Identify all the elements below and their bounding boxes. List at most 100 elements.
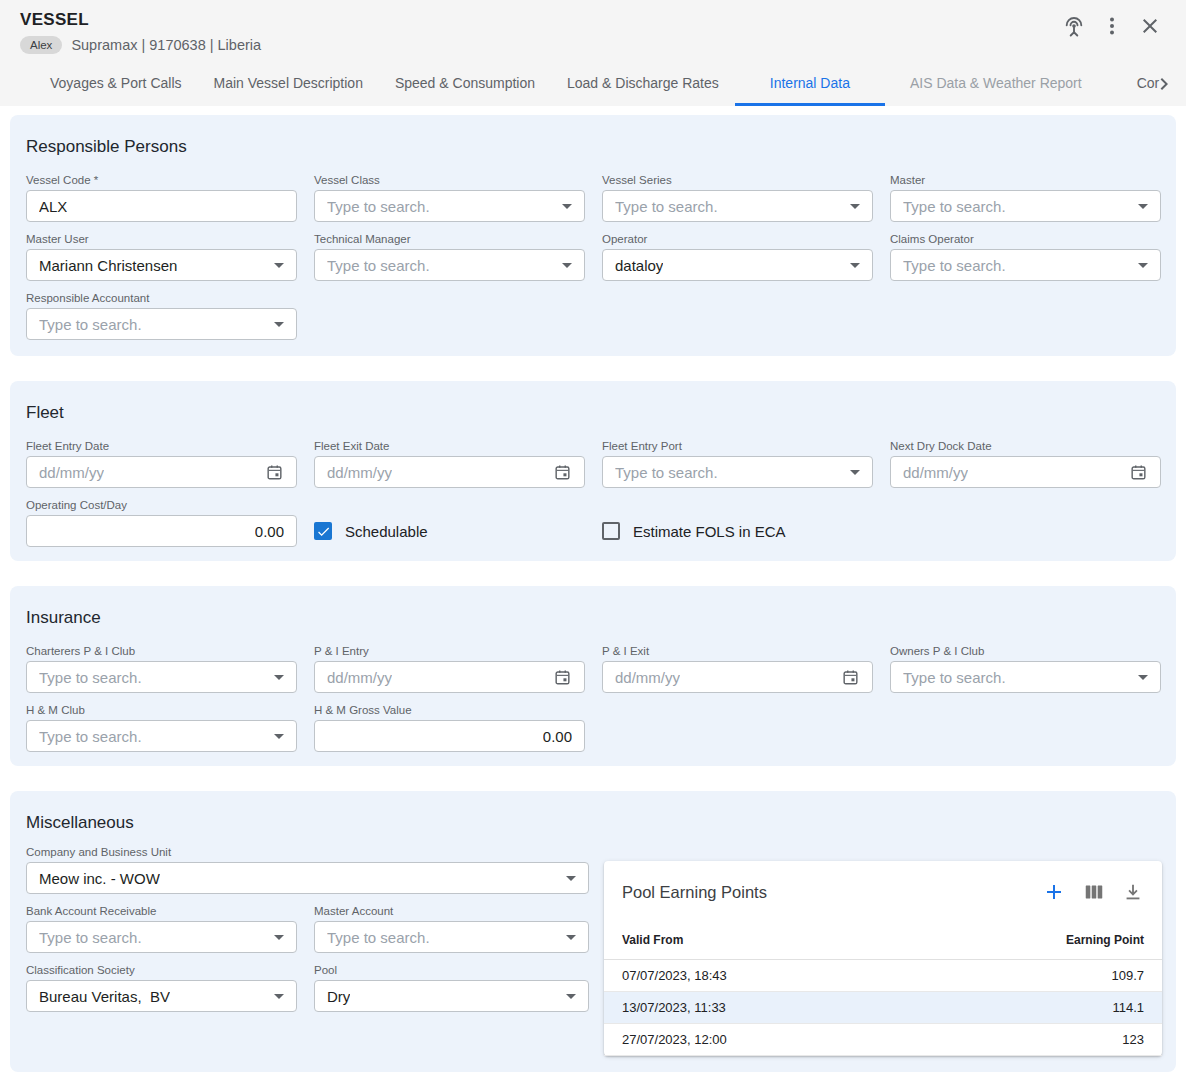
fleet-exit-date-input[interactable]: dd/mm/yy: [314, 456, 585, 488]
schedulable-checkbox-row[interactable]: Schedulable: [314, 522, 585, 540]
field-vessel-class: Vessel Class Type to search.: [314, 163, 585, 222]
responsible-accountant-select[interactable]: Type to search.: [26, 308, 297, 340]
claims-operator-select[interactable]: Type to search.: [890, 249, 1161, 281]
bank-account-receivable-select[interactable]: Type to search.: [26, 921, 297, 953]
fleet-entry-port-select[interactable]: Type to search.: [602, 456, 873, 488]
field-vessel-code: Vessel Code * ALX: [26, 163, 297, 222]
field-label: Vessel Class: [314, 174, 585, 187]
checkbox-unchecked-icon[interactable]: [602, 522, 620, 540]
hm-club-select[interactable]: Type to search.: [26, 720, 297, 752]
classification-society-select[interactable]: Bureau Veritas, BV: [26, 980, 297, 1012]
cell-earning-point: 109.7: [912, 960, 1162, 992]
section-insurance: Insurance Charterers P & I Club Type to …: [10, 586, 1176, 766]
master-user-select[interactable]: Mariann Christensen: [26, 249, 297, 281]
chevron-down-icon: [274, 322, 284, 327]
chevron-down-icon: [562, 204, 572, 209]
estimate-fols-checkbox-row[interactable]: Estimate FOLS in ECA: [602, 522, 873, 540]
field-label: Classification Society: [26, 964, 297, 977]
hm-gross-value-input[interactable]: 0.00: [314, 720, 585, 752]
field-label: Claims Operator: [890, 233, 1161, 246]
table-row[interactable]: 27/07/2023, 12:00 123: [604, 1024, 1162, 1056]
field-next-dry-dock-date: Next Dry Dock Date dd/mm/yy: [890, 429, 1161, 488]
field-vessel-series: Vessel Series Type to search.: [602, 163, 873, 222]
field-label: Next Dry Dock Date: [890, 440, 1161, 453]
chevron-down-icon: [566, 994, 576, 999]
tab-load-discharge-rates[interactable]: Load & Discharge Rates: [551, 68, 735, 106]
operating-cost-day-input[interactable]: 0.00: [26, 515, 297, 547]
checkbox-checked-icon[interactable]: [314, 522, 332, 540]
cell-valid-from: 07/07/2023, 18:43: [604, 960, 912, 992]
field-pool: Pool Dry: [314, 953, 589, 1012]
chevron-down-icon: [274, 734, 284, 739]
section-title: Fleet: [26, 403, 1160, 423]
field-label: Vessel Code *: [26, 174, 297, 187]
calendar-icon[interactable]: [553, 668, 572, 687]
tab-voyages-port-calls[interactable]: Voyages & Port Calls: [34, 68, 198, 106]
column-header-valid-from[interactable]: Valid From: [604, 916, 912, 960]
field-pi-entry: P & I Entry dd/mm/yy: [314, 634, 585, 693]
table-row-selected[interactable]: 13/07/2023, 11:33 114.1: [604, 992, 1162, 1024]
kebab-menu-icon[interactable]: [1100, 14, 1124, 38]
next-dry-dock-date-input[interactable]: dd/mm/yy: [890, 456, 1161, 488]
columns-icon[interactable]: [1083, 881, 1105, 903]
download-icon[interactable]: [1122, 881, 1144, 903]
field-master-user: Master User Mariann Christensen: [26, 222, 297, 281]
company-business-unit-select[interactable]: Meow inc. - WOW: [26, 862, 589, 894]
chevron-down-icon: [566, 935, 576, 940]
field-label: Master User: [26, 233, 297, 246]
pi-entry-date-input[interactable]: dd/mm/yy: [314, 661, 585, 693]
section-title: Responsible Persons: [26, 137, 1160, 157]
chevron-down-icon: [1138, 263, 1148, 268]
field-charterers-pi-club: Charterers P & I Club Type to search.: [26, 634, 297, 693]
field-label: Company and Business Unit: [26, 846, 589, 859]
vessel-series-select[interactable]: Type to search.: [602, 190, 873, 222]
field-label: Responsible Accountant: [26, 292, 297, 305]
chevron-right-icon[interactable]: [1152, 72, 1176, 96]
vessel-alias-badge: Alex: [20, 36, 62, 54]
calendar-icon[interactable]: [1129, 463, 1148, 482]
field-responsible-accountant: Responsible Accountant Type to search.: [26, 281, 297, 340]
field-fleet-entry-date: Fleet Entry Date dd/mm/yy: [26, 429, 297, 488]
technical-manager-select[interactable]: Type to search.: [314, 249, 585, 281]
calendar-icon[interactable]: [553, 463, 572, 482]
tab-ais-data-weather-report[interactable]: AIS Data & Weather Report: [885, 68, 1107, 106]
checkbox-label: Schedulable: [345, 523, 428, 540]
vessel-class-select[interactable]: Type to search.: [314, 190, 585, 222]
column-header-earning-point[interactable]: Earning Point: [912, 916, 1162, 960]
master-select[interactable]: Type to search.: [890, 190, 1161, 222]
field-bank-account-receivable: Bank Account Receivable Type to search.: [26, 894, 297, 953]
operator-select[interactable]: dataloy: [602, 249, 873, 281]
add-icon[interactable]: [1042, 880, 1066, 904]
field-label: Fleet Entry Date: [26, 440, 297, 453]
section-responsible-persons: Responsible Persons Vessel Code * ALX Ve…: [10, 115, 1176, 356]
fleet-entry-date-input[interactable]: dd/mm/yy: [26, 456, 297, 488]
tab-internal-data[interactable]: Internal Data: [735, 68, 885, 106]
field-label: Master: [890, 174, 1161, 187]
field-master-account: Master Account Type to search.: [314, 894, 589, 953]
close-icon[interactable]: [1138, 14, 1162, 38]
owners-pi-club-select[interactable]: Type to search.: [890, 661, 1161, 693]
chevron-down-icon: [274, 994, 284, 999]
tab-main-vessel-description[interactable]: Main Vessel Description: [198, 68, 379, 106]
pool-earning-points-table: Valid From Earning Point 07/07/2023, 18:…: [604, 916, 1162, 1056]
pool-earning-points-card: Pool Earning Points Valid From Earning P…: [604, 861, 1162, 1056]
calendar-icon[interactable]: [265, 463, 284, 482]
vessel-code-input[interactable]: ALX: [26, 190, 297, 222]
field-label: Operator: [602, 233, 873, 246]
master-account-select[interactable]: Type to search.: [314, 921, 589, 953]
field-hm-club: H & M Club Type to search.: [26, 693, 297, 752]
chevron-down-icon: [274, 675, 284, 680]
field-pi-exit: P & I Exit dd/mm/yy: [602, 634, 873, 693]
cell-earning-point: 123: [912, 1024, 1162, 1056]
table-row[interactable]: 07/07/2023, 18:43 109.7: [604, 960, 1162, 992]
field-label: Owners P & I Club: [890, 645, 1161, 658]
pi-exit-date-input[interactable]: dd/mm/yy: [602, 661, 873, 693]
antenna-icon[interactable]: [1062, 14, 1086, 38]
charterers-pi-club-select[interactable]: Type to search.: [26, 661, 297, 693]
chevron-down-icon: [850, 470, 860, 475]
field-label: Master Account: [314, 905, 589, 918]
tab-speed-consumption[interactable]: Speed & Consumption: [379, 68, 551, 106]
calendar-icon[interactable]: [841, 668, 860, 687]
pool-select[interactable]: Dry: [314, 980, 589, 1012]
tab-bar: Voyages & Port Calls Main Vessel Descrip…: [34, 68, 1175, 106]
